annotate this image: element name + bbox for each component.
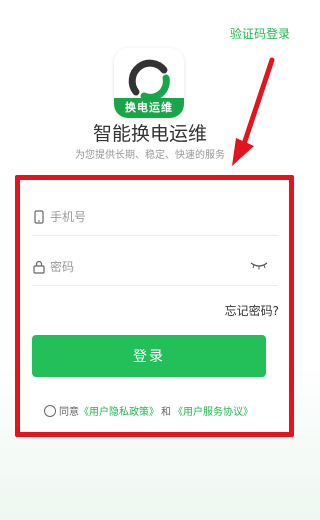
lock-icon [33,260,45,274]
login-button[interactable]: 登录 [32,335,266,377]
login-form: 忘记密码? 登录 同意 《用户隐私政策》 和 《用户服务协议》 [15,175,294,437]
and-text: 和 [161,407,171,418]
agreement-row: 同意 《用户隐私政策》 和 《用户服务协议》 [44,403,253,418]
phone-input[interactable] [50,209,220,224]
agree-prefix: 同意 [59,407,79,418]
phone-field [32,198,278,236]
privacy-policy-link[interactable]: 《用户隐私政策》 [79,403,159,418]
forgot-password-link[interactable]: 忘记密码? [225,302,279,319]
phone-icon [34,209,44,224]
password-field [32,248,278,286]
radio-unchecked-icon[interactable] [44,404,56,417]
service-agreement-link[interactable]: 《用户服务协议》 [173,403,253,418]
logo-text: 换电运维 [114,98,184,118]
sms-login-link[interactable]: 验证码登录 [230,25,290,42]
app-title: 智能换电运维 [92,123,207,145]
app-logo: 换电运维 [114,48,184,118]
eye-closed-icon[interactable] [250,260,268,270]
password-input[interactable] [50,259,220,274]
app-subtitle: 为您提供长期、稳定、快速的服务 [75,150,225,161]
